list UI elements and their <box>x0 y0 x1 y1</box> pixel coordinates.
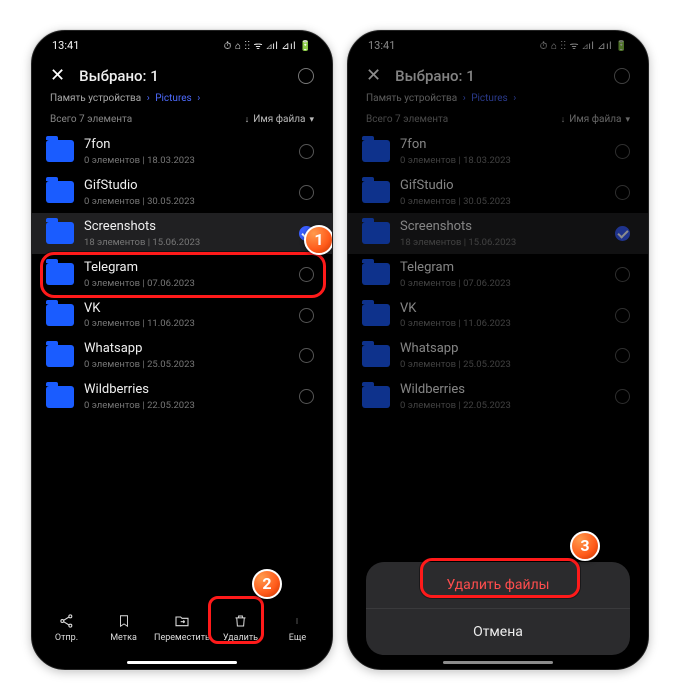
move-button[interactable]: Переместить <box>152 608 212 647</box>
folder-icon <box>46 222 74 244</box>
select-radio[interactable] <box>299 308 314 323</box>
folder-row[interactable]: VK0 элементов | 11.06.2023 <box>32 295 332 336</box>
list-header: Всего 7 элемента ↓ Имя файла ▾ <box>32 106 332 131</box>
select-radio[interactable] <box>299 144 314 159</box>
phone-right: 13:41 ⏱ ⌂ ⋮⋮ ᯤ ⊿ıl ⊿ıl 🔋 ✕ Выбрано: 1 Па… <box>347 30 649 670</box>
chevron-down-icon: ▾ <box>309 115 314 125</box>
status-indicators: ⏱ ⌂ ⋮⋮ ᯤ ⊿ıl ⊿ıl 🔋 <box>224 38 312 52</box>
folder-icon <box>46 181 74 203</box>
folder-icon <box>46 140 74 162</box>
folder-text: Telegram0 элементов | 07.06.2023 <box>84 260 289 289</box>
folder-name: Screenshots <box>84 219 289 236</box>
breadcrumb-current[interactable]: Pictures <box>155 93 192 104</box>
tag-button[interactable]: Метка <box>95 608 152 647</box>
folder-name: Whatsapp <box>84 341 289 358</box>
folder-meta: 0 элементов | 25.05.2023 <box>84 359 289 370</box>
folder-meta: 0 элементов | 11.06.2023 <box>84 318 289 329</box>
delete-files-option[interactable]: Удалить файлы <box>366 562 630 608</box>
folder-text: Whatsapp0 элементов | 25.05.2023 <box>84 341 289 370</box>
folder-icon <box>46 263 74 285</box>
folder-row[interactable]: Whatsapp0 элементов | 25.05.2023 <box>32 335 332 376</box>
folder-meta: 0 элементов | 18.03.2023 <box>84 155 289 166</box>
send-button[interactable]: Отпр. <box>38 608 95 647</box>
breadcrumb[interactable]: Память устройства › Pictures › <box>32 89 332 106</box>
select-radio[interactable] <box>299 185 314 200</box>
folder-text: Screenshots18 элементов | 15.06.2023 <box>84 219 289 248</box>
bookmark-icon <box>117 612 131 630</box>
folder-row[interactable]: Screenshots18 элементов | 15.06.2023 <box>32 213 332 254</box>
folder-name: 7fon <box>84 137 289 154</box>
folder-text: Wildberries0 элементов | 22.05.2023 <box>84 382 289 411</box>
select-radio[interactable] <box>299 389 314 404</box>
folder-row[interactable]: Telegram0 элементов | 07.06.2023 <box>32 254 332 295</box>
selection-title: Выбрано: 1 <box>79 67 284 85</box>
folder-row[interactable]: 7fon0 элементов | 18.03.2023 <box>32 131 332 172</box>
folder-name: GifStudio <box>84 178 289 195</box>
folder-name: Wildberries <box>84 382 289 399</box>
more-button[interactable]: Еще <box>269 608 326 647</box>
item-count: Всего 7 элемента <box>50 114 132 125</box>
folder-icon <box>46 386 74 408</box>
move-icon <box>173 612 191 630</box>
delete-button[interactable]: Удалить <box>212 608 269 647</box>
cancel-option[interactable]: Отмена <box>366 609 630 655</box>
folder-row[interactable]: GifStudio0 элементов | 30.05.2023 <box>32 172 332 213</box>
chevron-right-icon: › <box>147 93 150 104</box>
trash-icon <box>233 612 248 630</box>
folder-row[interactable]: Wildberries0 элементов | 22.05.2023 <box>32 376 332 417</box>
share-icon <box>59 612 75 630</box>
home-indicator[interactable] <box>32 655 332 669</box>
sort-button[interactable]: ↓ Имя файла ▾ <box>245 114 314 125</box>
clock: 13:41 <box>52 39 79 52</box>
folder-meta: 0 элементов | 22.05.2023 <box>84 400 289 411</box>
selection-header: ✕ Выбрано: 1 <box>32 59 332 89</box>
folder-meta: 0 элементов | 30.05.2023 <box>84 196 289 207</box>
folder-name: VK <box>84 301 289 318</box>
select-radio[interactable] <box>299 267 314 282</box>
folder-name: Telegram <box>84 260 289 277</box>
folder-icon <box>46 304 74 326</box>
folder-list-left[interactable]: 7fon0 элементов | 18.03.2023GifStudio0 э… <box>32 131 332 593</box>
select-all-toggle[interactable] <box>298 68 314 84</box>
more-icon <box>294 612 300 630</box>
select-radio[interactable] <box>299 348 314 363</box>
folder-icon <box>46 345 74 367</box>
status-bar: 13:41 ⏱ ⌂ ⋮⋮ ᯤ ⊿ıl ⊿ıl 🔋 <box>32 31 332 59</box>
chevron-right-icon: › <box>197 93 200 104</box>
folder-meta: 0 элементов | 07.06.2023 <box>84 278 289 289</box>
delete-dialog: Удалить файлы Отмена <box>366 562 630 655</box>
bottom-action-bar: Отпр. Метка Переместить Удалить Еще <box>32 593 332 655</box>
folder-text: GifStudio0 элементов | 30.05.2023 <box>84 178 289 207</box>
breadcrumb-root[interactable]: Память устройства <box>50 93 141 104</box>
select-radio[interactable] <box>299 226 314 241</box>
phone-left: 13:41 ⏱ ⌂ ⋮⋮ ᯤ ⊿ıl ⊿ıl 🔋 ✕ Выбрано: 1 Па… <box>31 30 333 670</box>
sort-label: Имя файла <box>253 114 305 125</box>
dialog-scrim[interactable]: Удалить файлы Отмена <box>348 31 648 669</box>
folder-text: 7fon0 элементов | 18.03.2023 <box>84 137 289 166</box>
folder-meta: 18 элементов | 15.06.2023 <box>84 237 289 248</box>
arrow-down-icon: ↓ <box>245 114 250 125</box>
folder-text: VK0 элементов | 11.06.2023 <box>84 301 289 330</box>
close-icon[interactable]: ✕ <box>50 67 65 85</box>
